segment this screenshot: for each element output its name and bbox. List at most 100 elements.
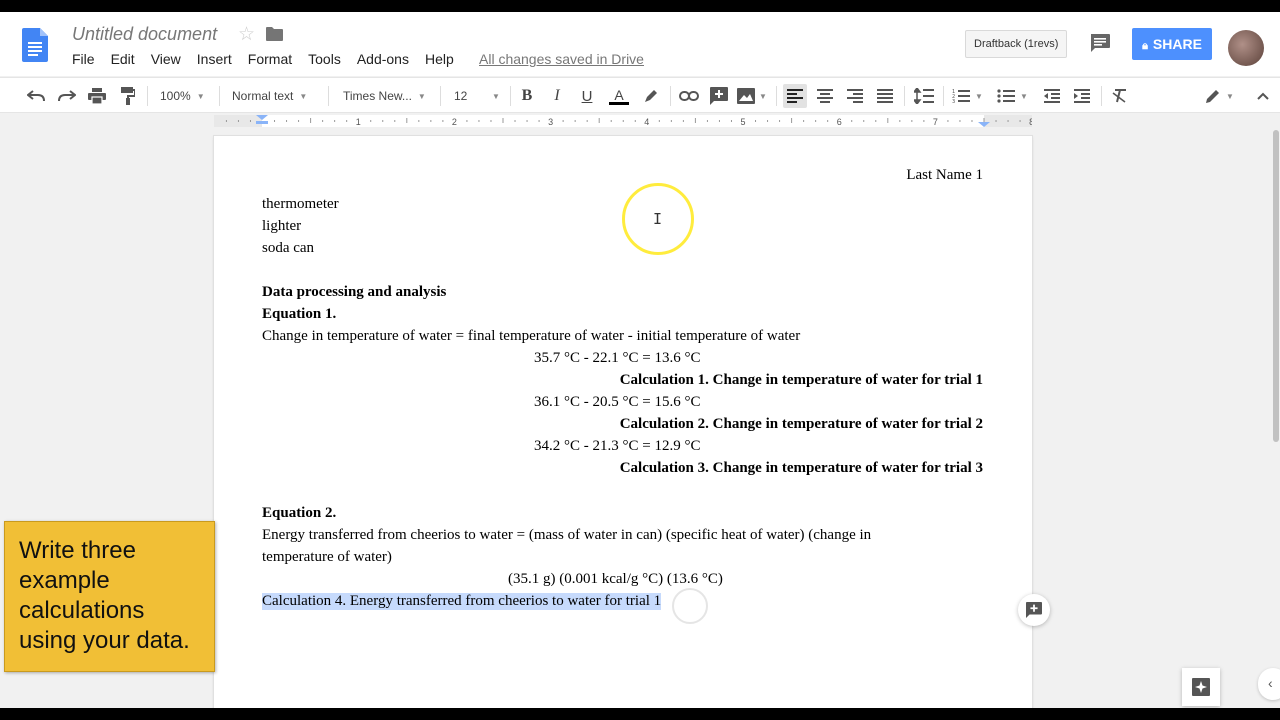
bulleted-list-icon[interactable]: ▼ [997,86,1035,106]
ruler-tick [779,120,781,122]
ruler-tick [406,118,408,123]
highlight-pen-icon[interactable] [641,86,661,106]
ruler-number: 6 [837,117,842,127]
ruler-tick [730,120,732,122]
toolbar-divider [670,86,671,106]
align-right-icon[interactable] [845,86,865,106]
menu-addons[interactable]: Add-ons [357,51,409,67]
menu-help[interactable]: Help [425,51,454,67]
style-select[interactable]: Normal text ▼ [232,86,318,106]
numbered-list-icon[interactable]: 1 2 3 ▼ [952,86,990,106]
ruler[interactable]: 1 2 3 4 5 6 7 8 [214,114,1032,128]
font-size-select[interactable]: 12 ▼ [454,86,502,106]
equation-1-heading: Equation 1. [262,306,337,322]
docs-window: Untitled document ☆ File Edit View Inser… [0,12,1280,708]
star-icon[interactable]: ☆ [238,23,255,46]
ruler-tick [574,120,576,122]
calculation-1-caption: Calculation 1. Change in temperature of … [619,372,983,388]
font-select[interactable]: Times New... ▼ [343,86,431,106]
calculation-1-expression: 35.7 °C - 22.1 °C = 13.6 °C [534,350,701,366]
toolbar-divider [219,86,220,106]
menu-edit[interactable]: Edit [111,51,135,67]
formatting-toolbar: 100% ▼ Normal text ▼ Times New... ▼ 12 ▼ B I… [0,77,1280,113]
ruler-tick [430,120,432,122]
ruler-tick [947,120,949,122]
ruler-tick [755,120,757,122]
ruler-tick [827,120,829,122]
ruler-tick [1007,120,1009,122]
editing-mode-pencil-icon[interactable]: ▼ [1205,86,1239,106]
print-icon[interactable] [87,86,107,106]
ruler-tick [706,120,708,122]
font-value: Times New... [343,89,412,103]
ruler-number: 2 [452,117,457,127]
folder-icon[interactable] [266,27,283,41]
menu-insert[interactable]: Insert [197,51,232,67]
ruler-tick [526,120,528,122]
calculation-4-caption-selected: Calculation 4. Energy transferred from c… [262,593,662,610]
ruler-tick [298,120,300,122]
calculation-4-expression: (35.1 g) (0.001 kcal/g °C) (13.6 °C) [508,571,723,587]
ruler-tick [370,120,372,122]
menu-view[interactable]: View [151,51,181,67]
ruler-tick [875,120,877,122]
menu-format[interactable]: Format [248,51,292,67]
text-color-icon[interactable]: A [608,86,630,106]
draftback-button[interactable]: Draftback (1revs) [965,30,1068,58]
clear-formatting-icon[interactable] [1110,86,1130,106]
ruler-tick [610,120,612,122]
ruler-tick [622,120,624,122]
undo-icon[interactable] [26,86,46,106]
scrollbar-thumb[interactable] [1273,130,1279,442]
comments-icon[interactable] [1090,34,1110,52]
align-left-icon[interactable] [783,84,807,108]
calculation-3-expression: 34.2 °C - 21.3 °C = 12.9 °C [534,438,701,454]
ruler-tick [418,120,420,122]
toolbar-divider [147,86,148,106]
insert-image-icon[interactable]: ▼ [737,86,767,106]
menu-bar: File Edit View Insert Format Tools Add-o… [72,51,470,67]
ruler-tick [718,120,720,122]
vertical-scrollbar[interactable] [1270,128,1280,708]
add-comment-button[interactable] [1018,594,1050,626]
ruler-tick [394,120,396,122]
ruler-tick [767,120,769,122]
align-center-icon[interactable] [815,86,835,106]
avatar[interactable] [1228,30,1264,66]
collapse-menu-chevron-up-icon[interactable] [1254,86,1272,106]
italic-icon[interactable]: I [547,86,567,106]
explore-sparkle-icon [1192,678,1210,696]
save-status-link[interactable]: All changes saved in Drive [479,51,644,67]
ruler-tick [887,118,889,123]
explore-button[interactable] [1182,668,1220,706]
toolbar-divider [328,86,329,106]
ruler-tick [586,120,588,122]
ruler-number: 4 [644,117,649,127]
share-button[interactable]: 🔒︎ SHARE [1132,28,1212,60]
menu-tools[interactable]: Tools [308,51,341,67]
insert-comment-icon[interactable] [708,86,730,106]
decrease-indent-icon[interactable] [1042,86,1062,106]
ruler-tick [682,120,684,122]
ruler-tick [382,120,384,122]
ruler-number: 8 [1029,117,1032,127]
toolbar-divider [904,86,905,106]
underline-icon[interactable]: U [577,86,597,106]
zoom-select[interactable]: 100% ▼ [160,86,210,106]
document-title[interactable]: Untitled document [72,24,217,45]
equation-1-text: Change in temperature of water = final t… [262,328,801,344]
line-spacing-icon[interactable] [913,86,935,106]
increase-indent-icon[interactable] [1072,86,1092,106]
redo-icon[interactable] [57,86,77,106]
bold-icon[interactable]: B [517,86,537,106]
equation-2-heading: Equation 2. [262,505,337,521]
chevron-down-icon: ▼ [492,91,500,101]
chevron-down-icon: ▼ [417,91,426,101]
menu-file[interactable]: File [72,51,95,67]
paint-format-icon[interactable] [118,86,138,106]
docs-logo-icon[interactable] [22,28,48,62]
ruler-tick [310,118,312,123]
link-icon[interactable] [678,86,700,106]
align-justify-icon[interactable] [875,86,895,106]
add-comment-icon [1026,602,1042,618]
